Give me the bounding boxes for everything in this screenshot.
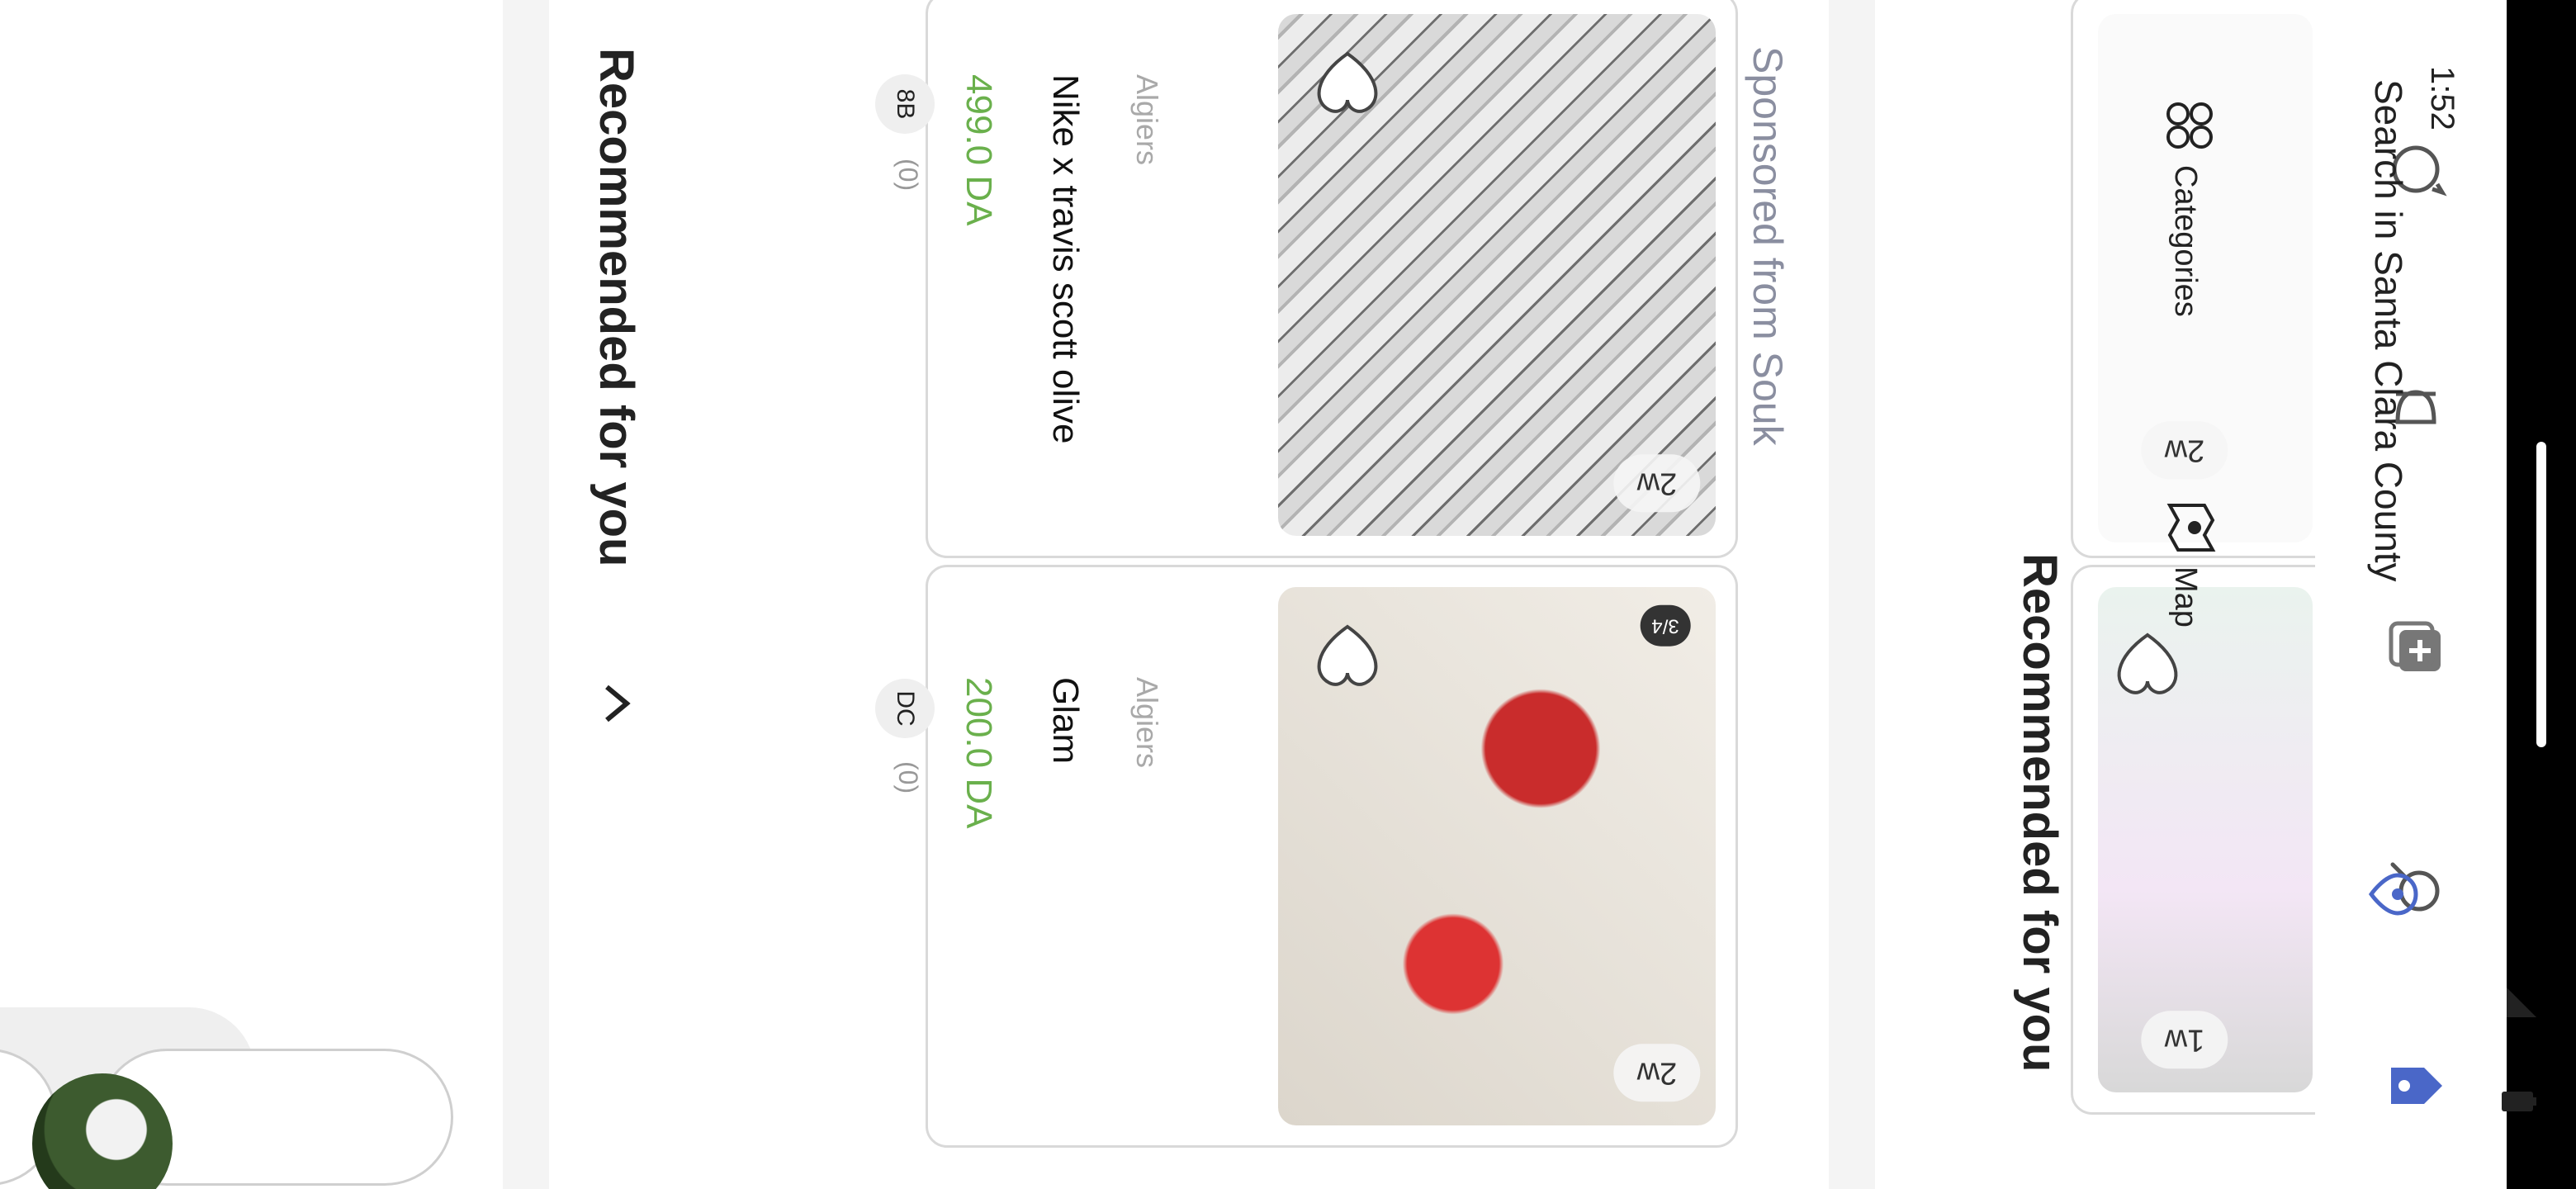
favorite-heart-icon[interactable] [2103,625,2189,708]
add-listing-icon [2379,615,2449,681]
age-badge: 2w [2141,421,2228,480]
tab-search[interactable] [2365,842,2464,933]
age-badge: 2w [1613,454,1701,513]
favorite-heart-icon[interactable] [1303,617,1389,699]
recommended-heading-label: Recommended for you [2013,553,2067,1073]
tab-notifications[interactable] [2365,363,2464,454]
tab-sell[interactable] [2365,603,2464,694]
tab-home[interactable] [2365,1040,2464,1131]
recommended-heading[interactable]: Recommended for you [2012,553,2067,1072]
section-divider [503,0,549,1189]
home-handle[interactable] [2536,442,2546,747]
listing-meta-1 [945,1119,1259,1168]
search-icon [2379,855,2449,921]
header [0,0,503,1189]
sponsored-section: 2w 3/4 2w [549,0,1829,1189]
listing-card[interactable]: 2w [926,0,1738,558]
listing-card[interactable]: 2w 3/4 [926,565,1738,1148]
recommended-section: 1w 2w Recommended for you [1875,0,2315,1189]
recommended-card[interactable]: 1w [2071,565,2315,1115]
recommended-card[interactable]: 2w [2071,0,2315,558]
app-frame: 1w 2w Recommended for you 2w 3/4 2w [0,0,2576,1189]
screen: 1w 2w Recommended for you 2w 3/4 2w [0,0,2576,1189]
tab-chat[interactable] [2365,124,2464,215]
age-badge: 2w [1613,1044,1701,1102]
bottom-tab-bar [2315,0,2507,1189]
tag-icon [2378,1051,2451,1120]
age-badge: 1w [2141,1011,2228,1069]
favorite-heart-icon[interactable] [1303,44,1389,126]
bell-icon [2379,376,2449,442]
image-counter: 3/4 [1640,604,1691,647]
chat-icon [2379,136,2449,202]
section-divider [1829,0,1875,1189]
